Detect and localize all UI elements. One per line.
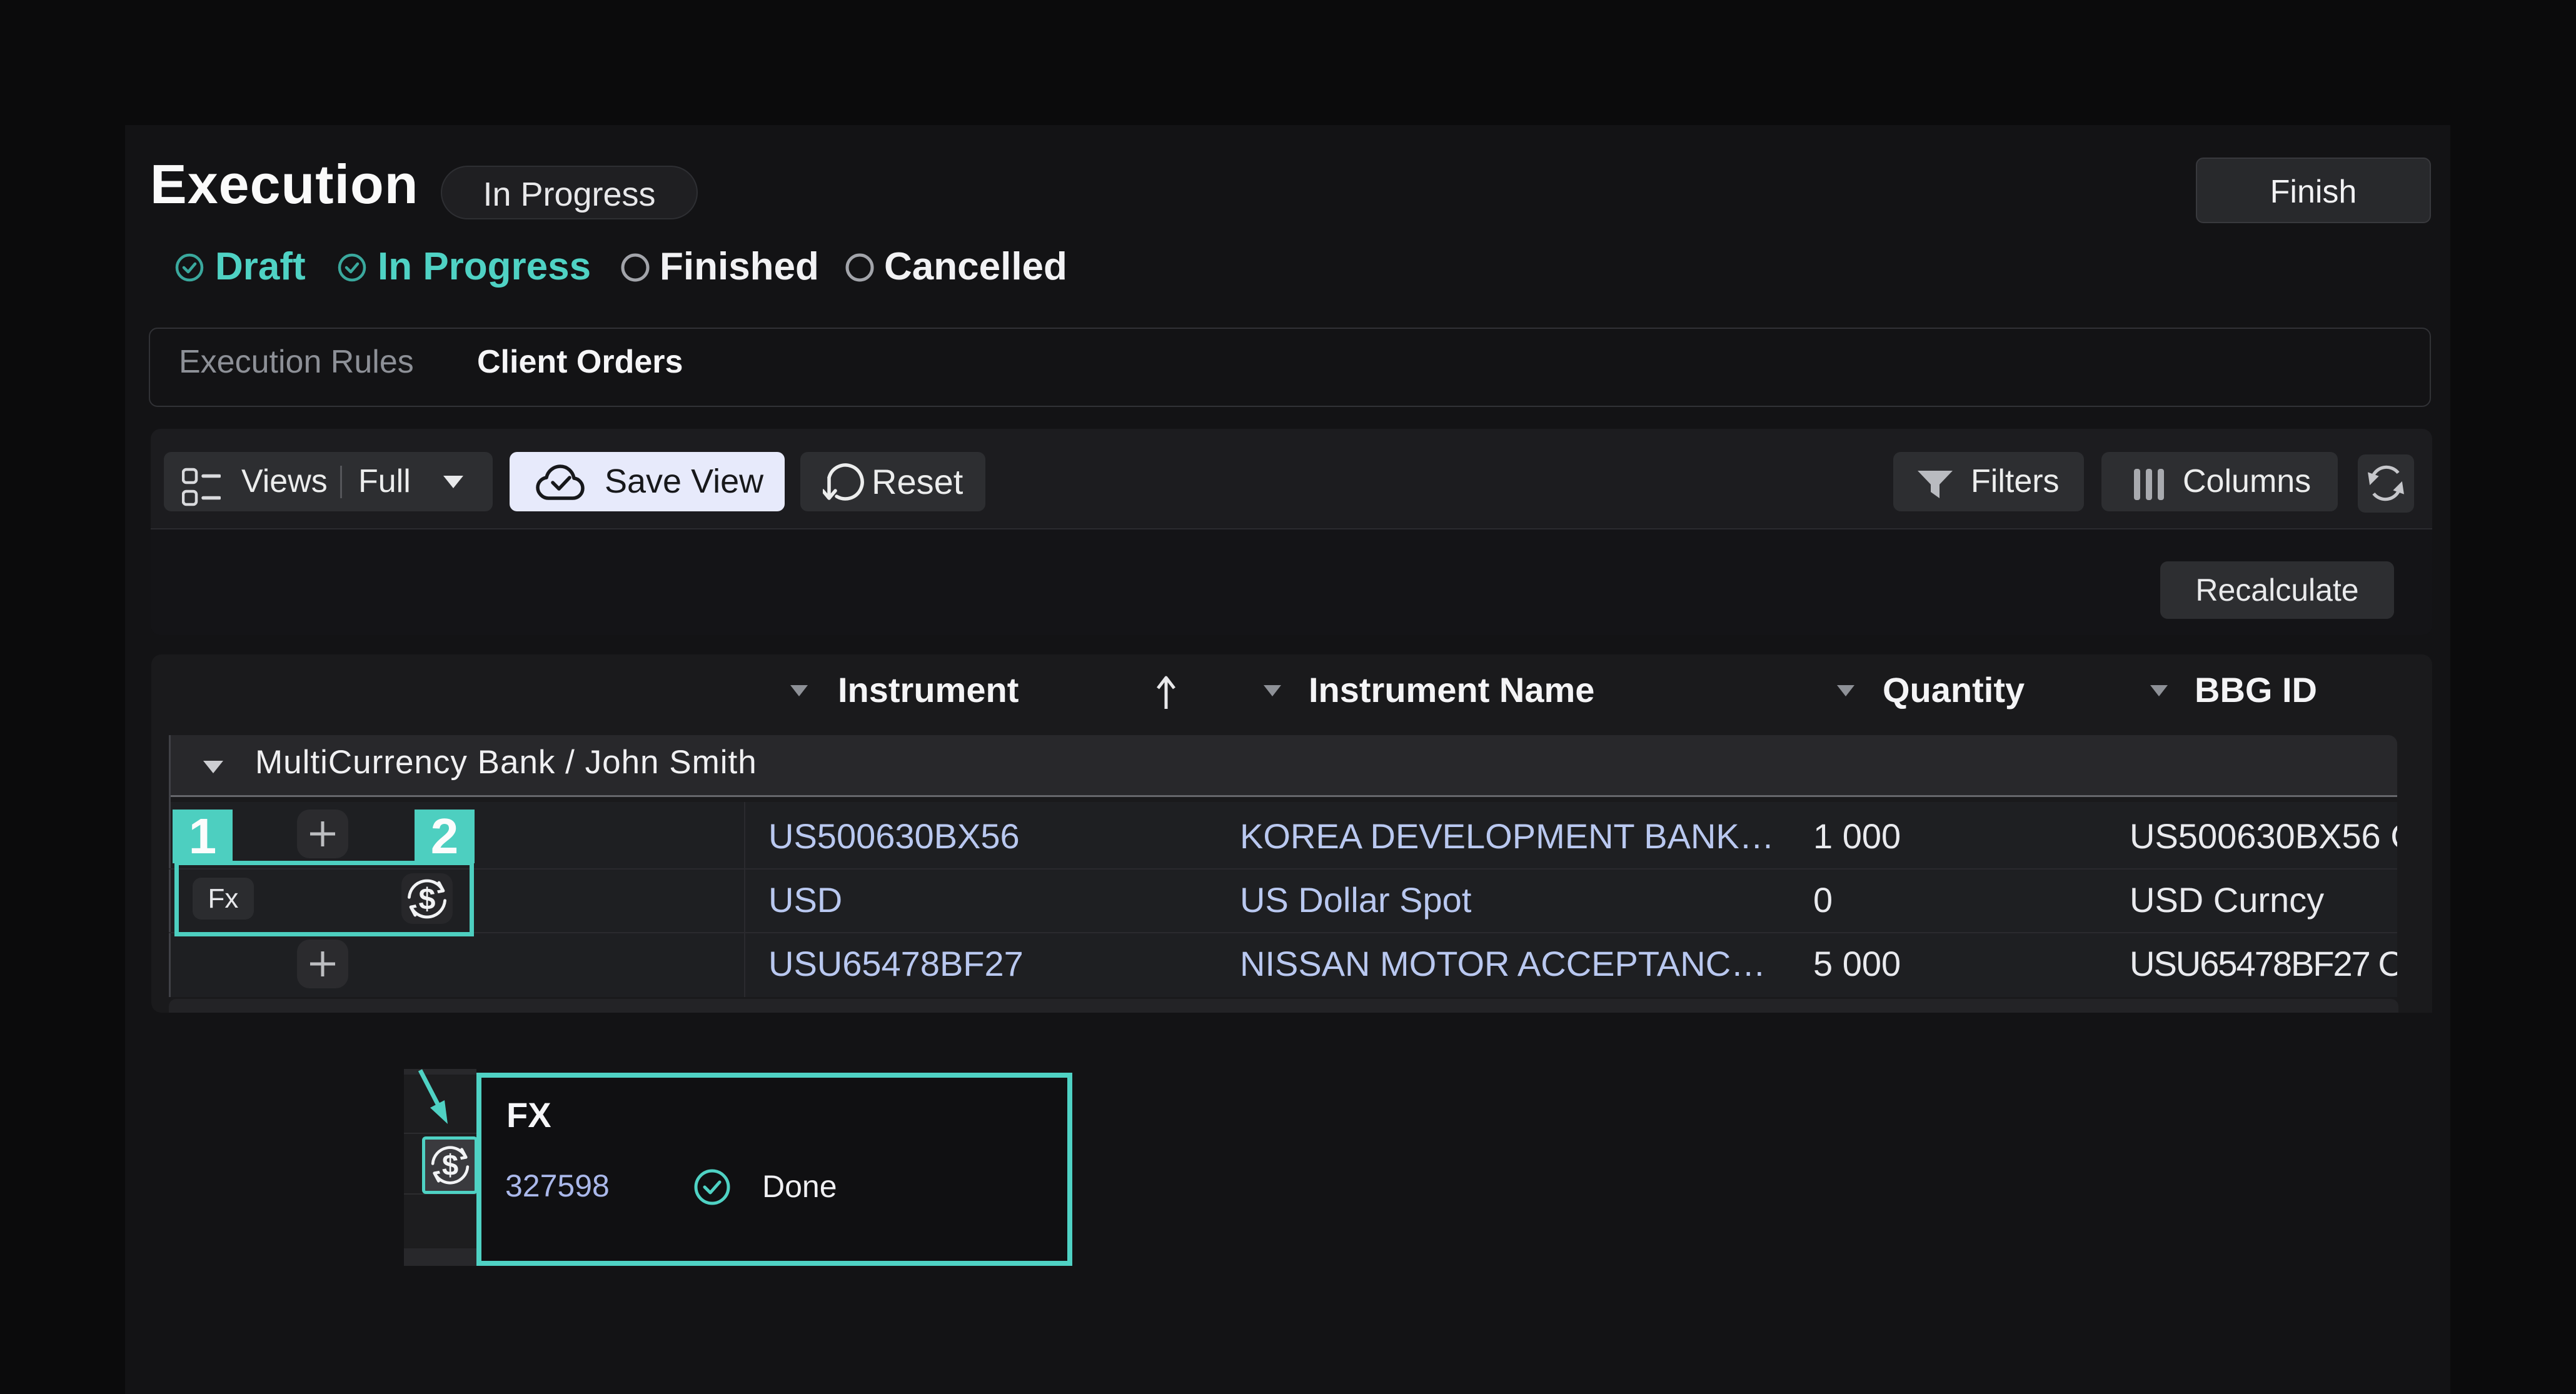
svg-text:$: $ bbox=[419, 882, 436, 916]
svg-text:$: $ bbox=[442, 1149, 458, 1182]
